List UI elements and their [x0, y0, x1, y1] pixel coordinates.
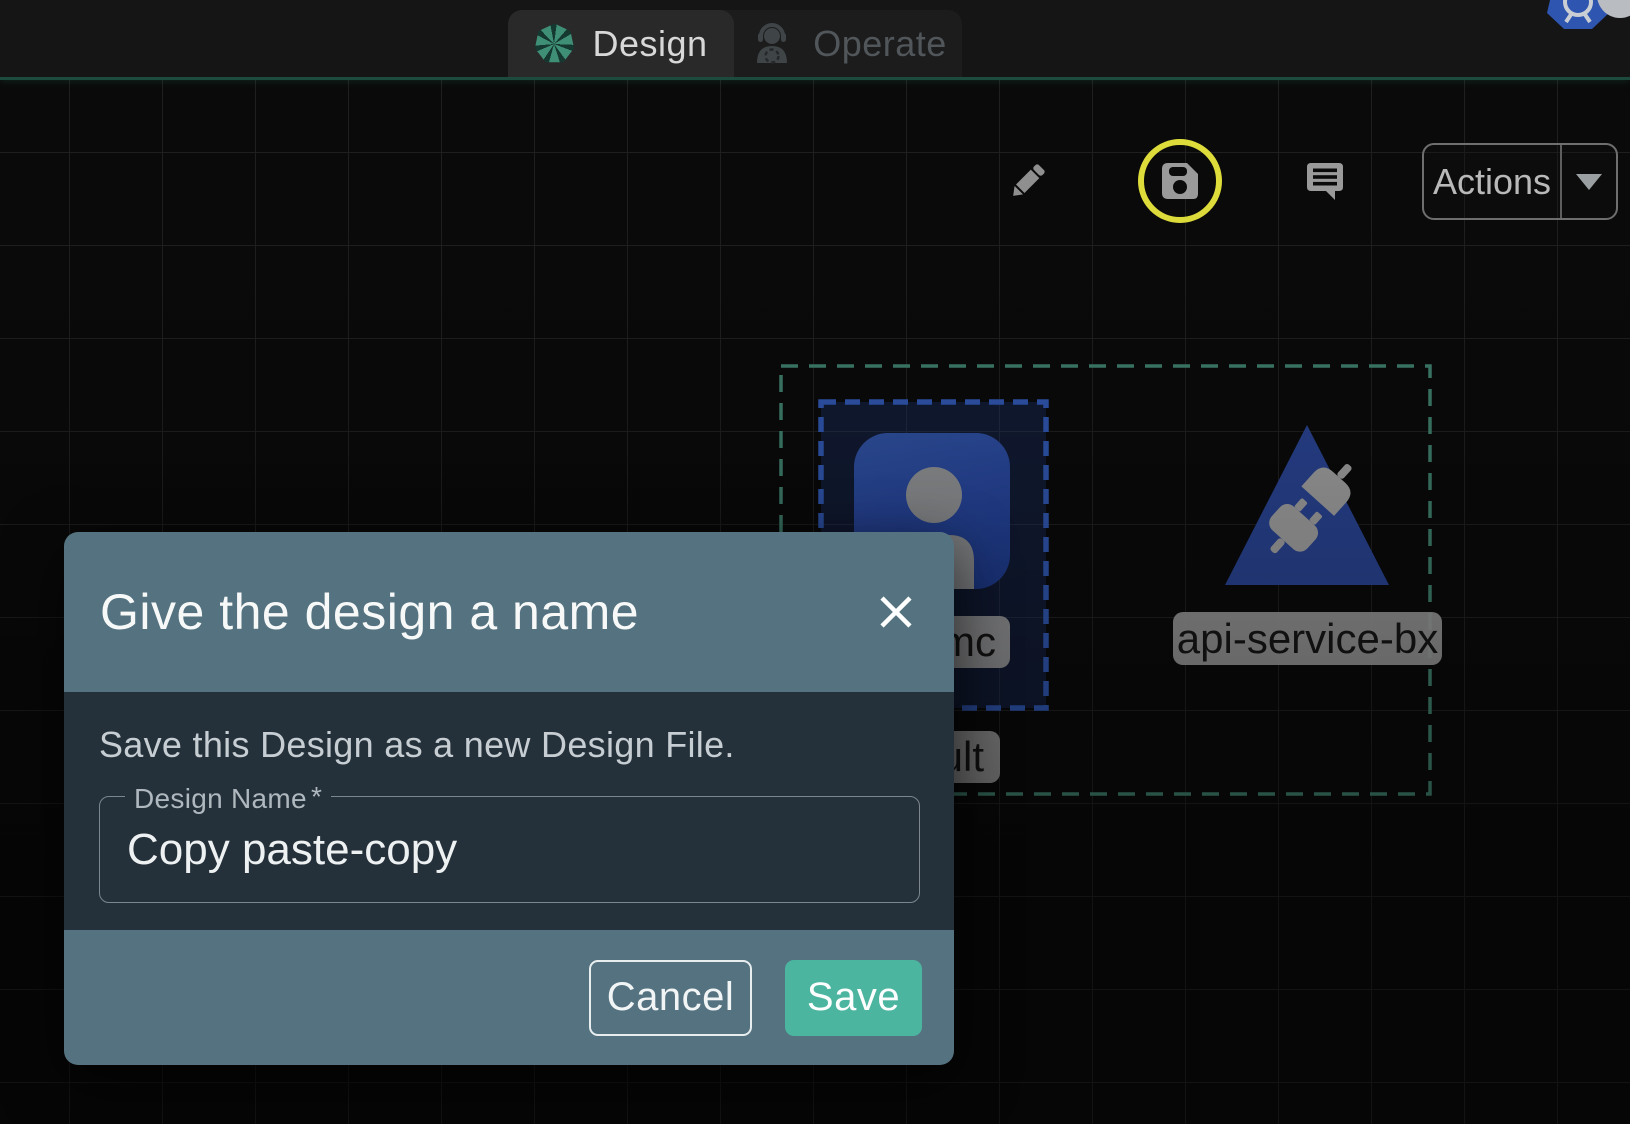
dialog-body: Save this Design as a new Design File. D… [64, 692, 954, 930]
actions-dropdown-button[interactable] [1562, 145, 1616, 218]
dialog-footer: Cancel Save [64, 930, 954, 1065]
tab-operate[interactable]: Operate [734, 10, 962, 77]
close-button[interactable] [872, 588, 920, 636]
save-button-label: Save [807, 975, 900, 1020]
api-service-label: api-service-bx [1173, 612, 1442, 665]
save-design-dialog: Give the design a name Save this Design … [64, 532, 954, 1065]
api-service-node[interactable] [1221, 421, 1393, 589]
save-highlight-ring[interactable] [1138, 139, 1222, 223]
design-name-label-text: Design Name [134, 783, 307, 814]
required-asterisk: * [307, 781, 322, 812]
top-navbar: Design Operate [0, 0, 1630, 80]
comment-icon [1302, 158, 1348, 204]
tab-design-label: Design [592, 23, 707, 65]
cancel-button[interactable]: Cancel [589, 960, 752, 1036]
edit-button[interactable] [1006, 159, 1050, 203]
actions-button-label: Actions [1433, 161, 1551, 203]
api-service-label-text: api-service-bx [1177, 615, 1438, 663]
save-icon [1157, 158, 1203, 204]
dialog-header: Give the design a name [64, 532, 954, 692]
dialog-description: Save this Design as a new Design File. [99, 724, 920, 766]
cancel-button-label: Cancel [607, 975, 735, 1020]
save-button[interactable]: Save [785, 960, 922, 1036]
meshery-logo-icon [534, 24, 574, 64]
comment-button[interactable] [1302, 158, 1348, 204]
tab-operate-label: Operate [813, 23, 947, 65]
chevron-down-icon [1576, 174, 1602, 190]
actions-split-button[interactable]: Actions [1422, 143, 1618, 220]
dialog-title: Give the design a name [100, 583, 639, 641]
design-name-field: Design Name* [99, 796, 920, 903]
actions-button[interactable]: Actions [1424, 145, 1560, 218]
edit-icon [1006, 159, 1050, 203]
operator-headset-icon [749, 21, 795, 67]
tab-design[interactable]: Design [508, 10, 734, 77]
design-name-label: Design Name* [125, 781, 331, 815]
mode-tab-group: Design Operate [508, 10, 962, 77]
close-icon [877, 593, 915, 631]
